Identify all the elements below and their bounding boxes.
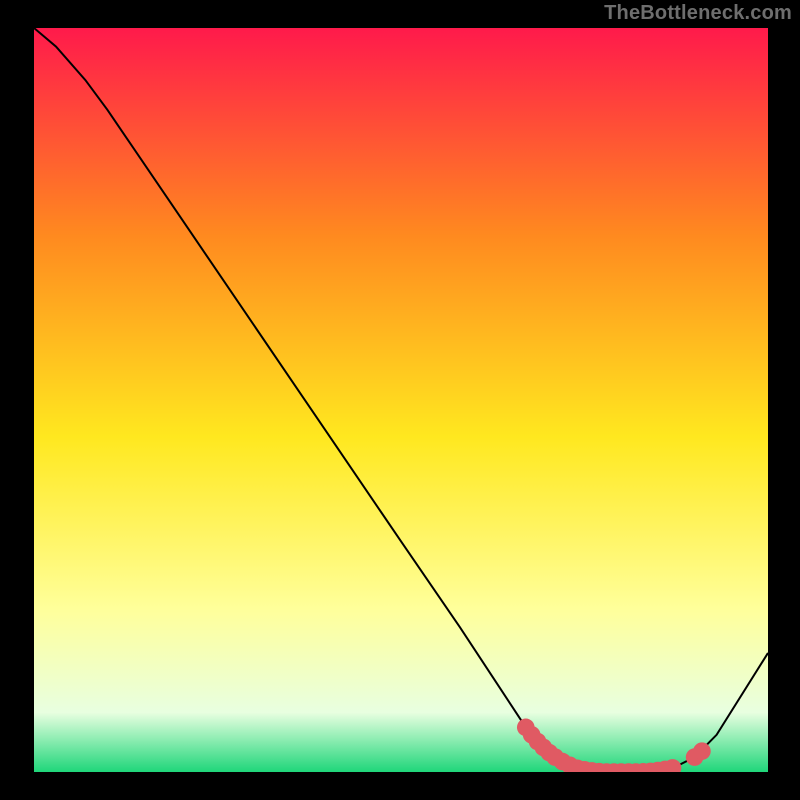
chart-svg (34, 28, 768, 772)
chart-frame: TheBottleneck.com (0, 0, 800, 800)
watermark-text: TheBottleneck.com (604, 2, 792, 25)
gradient-background (34, 28, 768, 772)
curve-marker (693, 742, 711, 760)
plot-area (34, 28, 768, 772)
